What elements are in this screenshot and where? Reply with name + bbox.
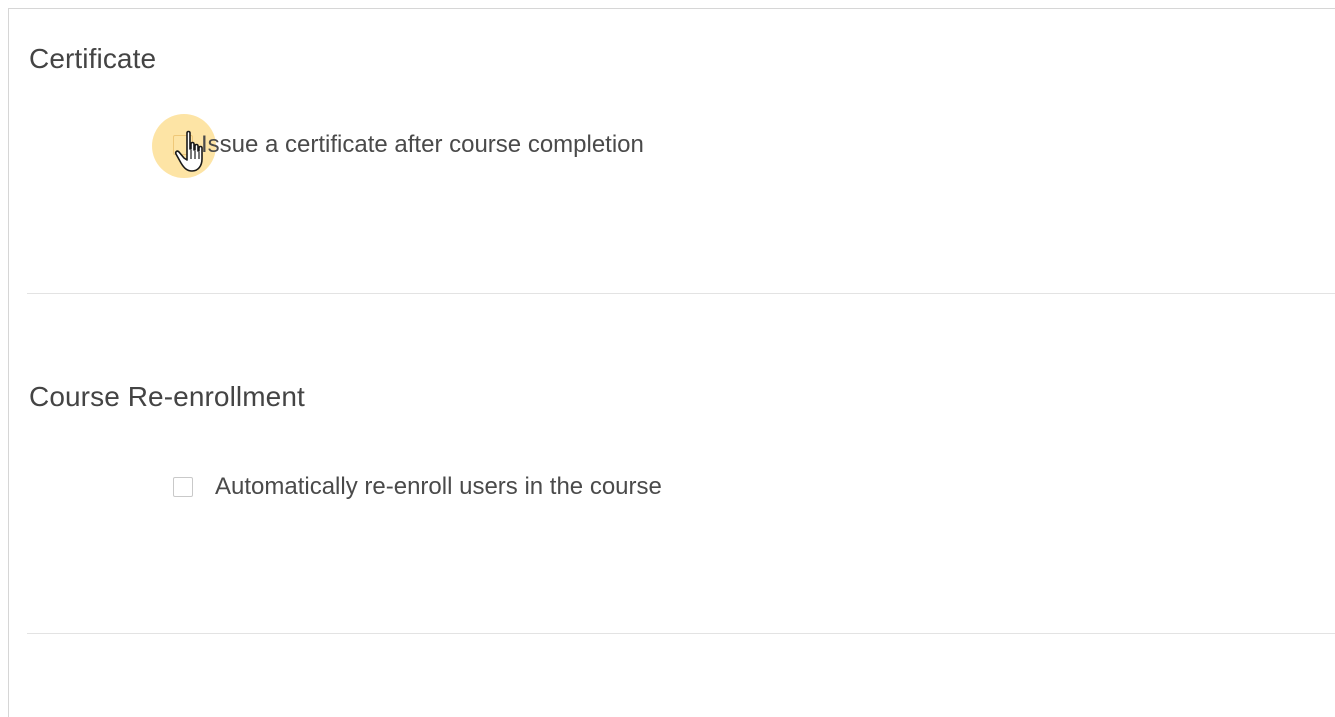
issue-certificate-label[interactable]: Issue a certificate after course complet… [201,131,644,159]
auto-reenroll-checkbox[interactable] [173,477,193,497]
auto-reenroll-label[interactable]: Automatically re-enroll users in the cou… [215,473,662,501]
settings-panel: Certificate Issue a certificate after co… [8,8,1335,717]
certificate-option[interactable]: Issue a certificate after course complet… [152,114,644,178]
section-divider [27,633,1335,634]
issue-certificate-checkbox[interactable] [152,114,216,178]
reenrollment-section-title: Course Re-enrollment [29,381,305,412]
certificate-section-title: Certificate [29,43,157,74]
section-divider [27,293,1335,294]
reenrollment-option[interactable]: Automatically re-enroll users in the cou… [173,473,662,501]
